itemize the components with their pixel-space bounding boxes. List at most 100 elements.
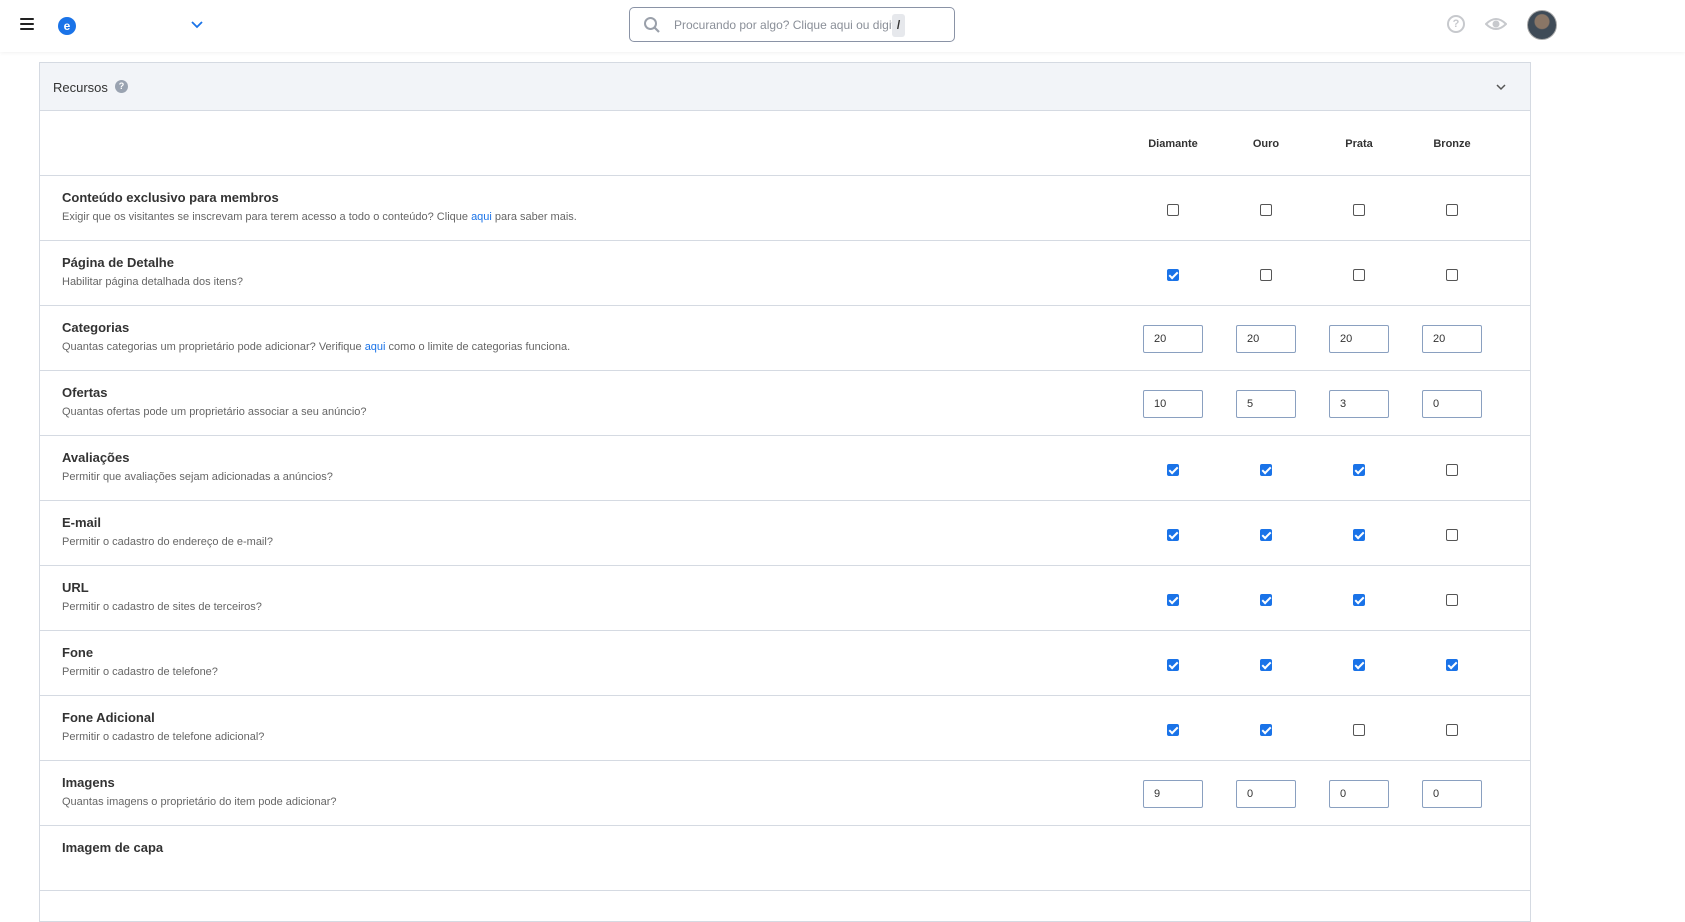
resource-description: Habilitar página detalhada dos itens?	[62, 276, 244, 288]
cell-prata	[1329, 696, 1389, 760]
resource-description: Permitir o cadastro de telefone?	[62, 666, 218, 678]
search-input[interactable]: Procurando por algo? Clique aqui ou digi…	[629, 7, 955, 42]
feature-checkbox[interactable]	[1167, 594, 1179, 606]
cell-ouro: 0	[1236, 761, 1296, 825]
feature-checkbox[interactable]	[1446, 464, 1458, 476]
cell-bronze	[1422, 501, 1482, 565]
cell-ouro: 20	[1236, 306, 1296, 370]
feature-checkbox[interactable]	[1167, 529, 1179, 541]
cell-diamante: 20	[1143, 306, 1203, 370]
feature-checkbox[interactable]	[1353, 594, 1365, 606]
feature-checkbox[interactable]	[1353, 269, 1365, 281]
feature-checkbox[interactable]	[1446, 269, 1458, 281]
feature-checkbox[interactable]	[1260, 659, 1272, 671]
user-avatar[interactable]	[1527, 10, 1557, 40]
cell-prata	[1329, 176, 1389, 240]
panel-title: Recursos	[53, 80, 108, 95]
help-link[interactable]: aqui	[471, 211, 492, 223]
resource-row: Avaliações Permitir que avaliações sejam …	[40, 436, 1530, 501]
feature-checkbox[interactable]	[1167, 204, 1179, 216]
cell-diamante	[1143, 176, 1203, 240]
resource-description: Exigir que os visitantes se inscrevam pa…	[62, 211, 577, 223]
cell-diamante	[1143, 501, 1203, 565]
limit-number-input[interactable]: 20	[1329, 325, 1389, 353]
cell-diamante: 10	[1143, 371, 1203, 435]
resource-row: Fone Permitir o cadastro de telefone?	[40, 631, 1530, 696]
resource-description: Permitir o cadastro do endereço de e-mai…	[62, 536, 273, 548]
feature-checkbox[interactable]	[1260, 204, 1272, 216]
cell-bronze	[1422, 566, 1482, 630]
feature-checkbox[interactable]	[1446, 204, 1458, 216]
feature-checkbox[interactable]	[1260, 724, 1272, 736]
cell-ouro: 5	[1236, 371, 1296, 435]
limit-number-input[interactable]: 20	[1422, 325, 1482, 353]
feature-checkbox[interactable]	[1167, 464, 1179, 476]
help-icon[interactable]: ?	[1447, 15, 1465, 33]
feature-checkbox[interactable]	[1353, 529, 1365, 541]
limit-number-input[interactable]: 0	[1422, 390, 1482, 418]
cell-diamante	[1143, 631, 1203, 695]
resource-description: Permitir o cadastro de sites de terceiro…	[62, 601, 262, 613]
limit-number-input[interactable]: 5	[1236, 390, 1296, 418]
limit-number-input[interactable]: 0	[1422, 780, 1482, 808]
resource-title: Imagens	[62, 775, 115, 790]
search-shortcut-key: /	[892, 14, 905, 37]
limit-number-input[interactable]: 20	[1143, 325, 1203, 353]
limit-number-input[interactable]: 0	[1329, 780, 1389, 808]
cell-bronze	[1422, 436, 1482, 500]
eye-icon[interactable]	[1485, 15, 1507, 33]
cell-ouro	[1236, 436, 1296, 500]
feature-checkbox[interactable]	[1353, 204, 1365, 216]
resources-panel: Recursos ? Diamante Ouro Prata Bronze Conte…	[39, 62, 1531, 922]
feature-checkbox[interactable]	[1167, 724, 1179, 736]
limit-number-input[interactable]: 3	[1329, 390, 1389, 418]
cell-bronze: 0	[1422, 761, 1482, 825]
hamburger-menu-icon[interactable]	[20, 18, 34, 32]
limit-number-input[interactable]: 9	[1143, 780, 1203, 808]
cell-prata	[1329, 241, 1389, 305]
resource-description: Permitir que avaliações sejam adicionada…	[62, 471, 333, 483]
panel-header[interactable]: Recursos ?	[40, 63, 1530, 111]
resource-title: URL	[62, 580, 89, 595]
cell-prata	[1329, 566, 1389, 630]
feature-checkbox[interactable]	[1260, 269, 1272, 281]
feature-checkbox[interactable]	[1260, 594, 1272, 606]
feature-checkbox[interactable]	[1446, 529, 1458, 541]
feature-checkbox[interactable]	[1353, 724, 1365, 736]
cell-prata: 3	[1329, 371, 1389, 435]
resource-title: Conteúdo exclusivo para membros	[62, 190, 279, 205]
resource-row: Imagens Quantas imagens o proprietário do…	[40, 761, 1530, 826]
resource-description: Permitir o cadastro de telefone adiciona…	[62, 731, 265, 743]
feature-checkbox[interactable]	[1167, 269, 1179, 281]
column-header-row: Diamante Ouro Prata Bronze	[40, 111, 1530, 176]
cell-diamante	[1143, 566, 1203, 630]
feature-checkbox[interactable]	[1260, 464, 1272, 476]
resource-description: Quantas ofertas pode um proprietário ass…	[62, 406, 367, 418]
chevron-down-icon[interactable]	[1495, 81, 1507, 93]
resource-row: E-mail Permitir o cadastro do endereço de…	[40, 501, 1530, 566]
limit-number-input[interactable]: 10	[1143, 390, 1203, 418]
feature-checkbox[interactable]	[1446, 724, 1458, 736]
help-link[interactable]: aqui	[365, 341, 386, 353]
column-header-prata: Prata	[1345, 138, 1373, 150]
feature-checkbox[interactable]	[1353, 659, 1365, 671]
limit-number-input[interactable]: 20	[1236, 325, 1296, 353]
cell-ouro	[1236, 176, 1296, 240]
feature-checkbox[interactable]	[1353, 464, 1365, 476]
cell-diamante	[1143, 696, 1203, 760]
question-circle-icon[interactable]: ?	[115, 80, 128, 93]
feature-checkbox[interactable]	[1260, 529, 1272, 541]
app-logo[interactable]: e	[58, 17, 76, 35]
resource-row: Ofertas Quantas ofertas pode um proprietá…	[40, 371, 1530, 436]
column-header-bronze: Bronze	[1433, 138, 1471, 150]
feature-checkbox[interactable]	[1446, 594, 1458, 606]
chevron-down-icon[interactable]	[190, 17, 204, 31]
search-placeholder: Procurando por algo? Clique aqui ou digi…	[674, 18, 902, 32]
cell-prata	[1329, 436, 1389, 500]
limit-number-input[interactable]: 0	[1236, 780, 1296, 808]
feature-checkbox[interactable]	[1167, 659, 1179, 671]
cell-bronze	[1422, 241, 1482, 305]
cell-ouro	[1236, 566, 1296, 630]
cell-prata: 20	[1329, 306, 1389, 370]
feature-checkbox[interactable]	[1446, 659, 1458, 671]
